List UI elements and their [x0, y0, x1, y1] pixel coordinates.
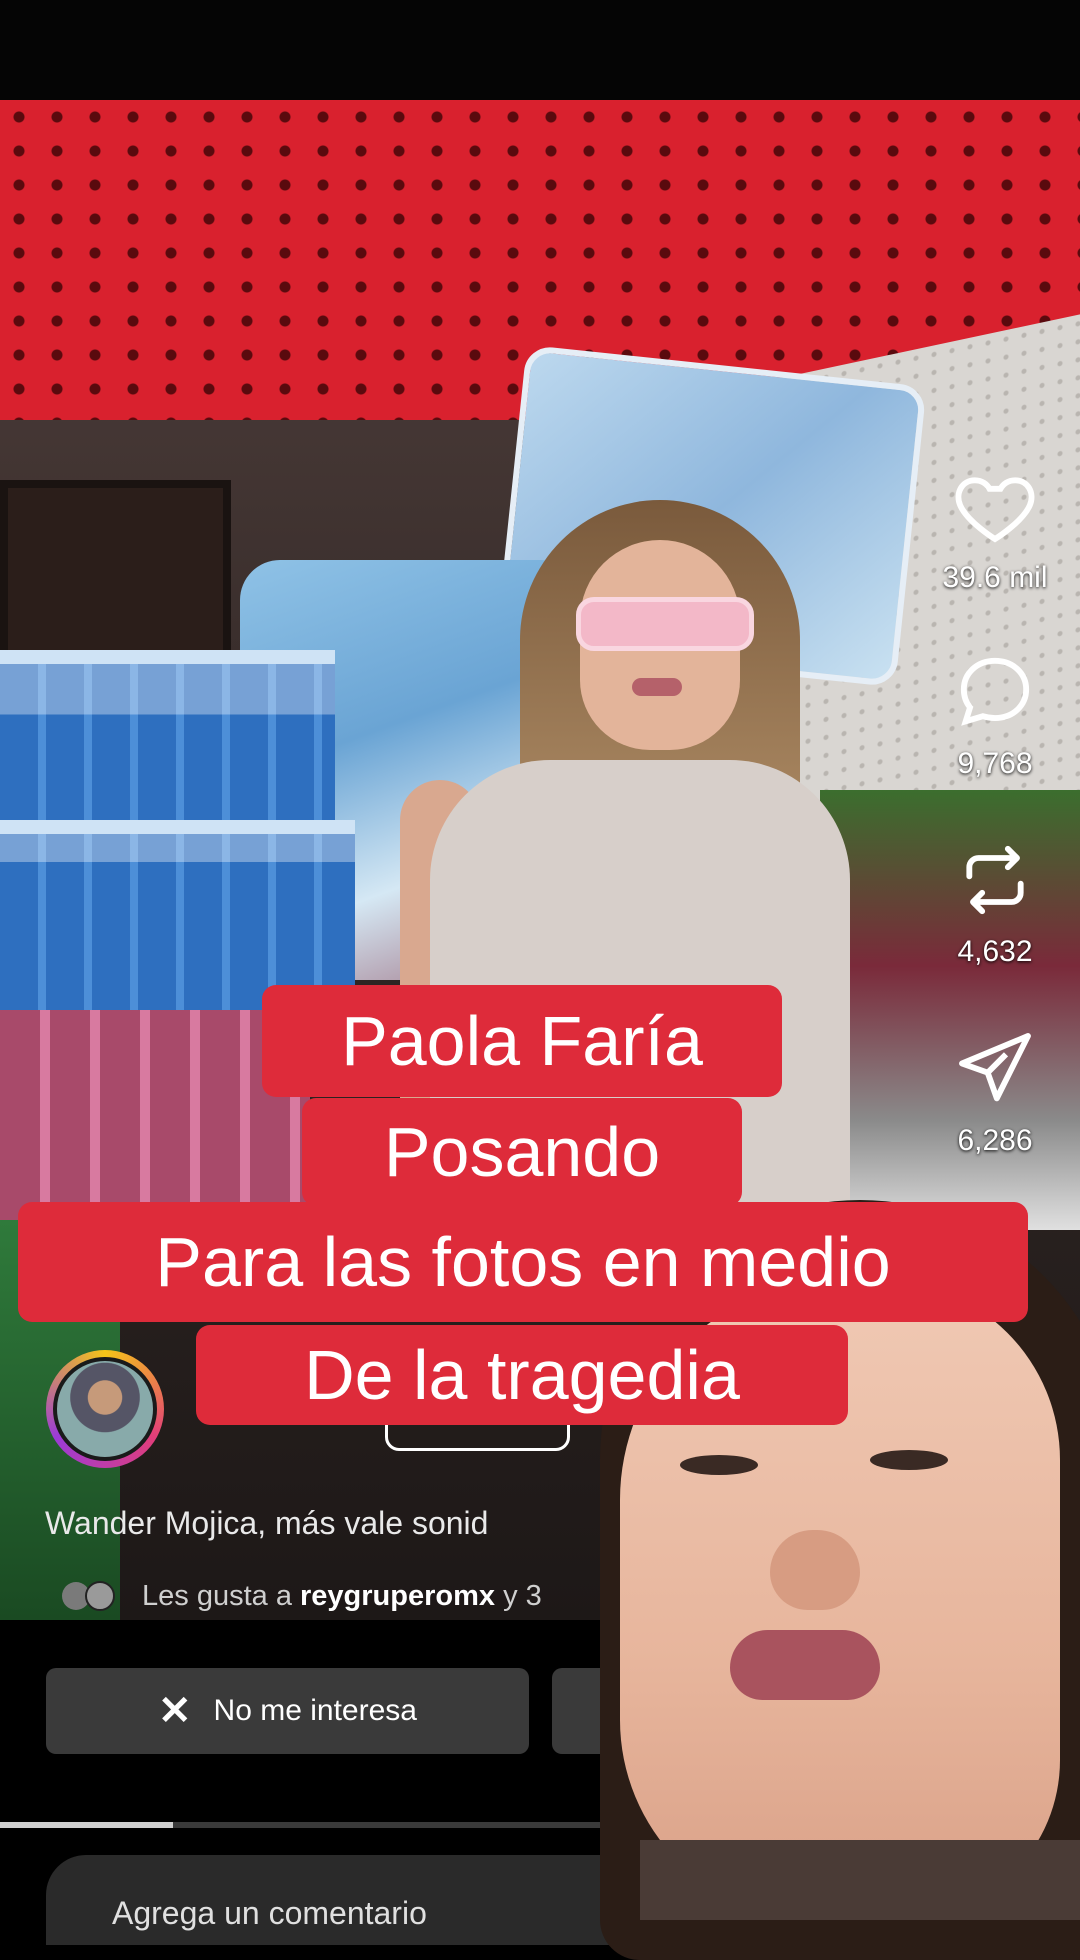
overlay-caption-line-4: De la tragedia	[196, 1325, 848, 1425]
close-icon: ✕	[158, 1689, 192, 1733]
comment-placeholder: Agrega un comentario	[112, 1895, 427, 1931]
liked-by-text[interactable]: Les gusta a reygruperomx y 3	[142, 1580, 542, 1613]
comment-icon[interactable]	[951, 648, 1039, 736]
creator-shirt	[640, 1840, 1080, 1920]
creator-left-eye	[680, 1455, 758, 1475]
creator-right-eye	[870, 1450, 948, 1470]
creator-nose	[770, 1530, 860, 1610]
post-caption[interactable]: Wander Mojica, más vale sonid	[45, 1505, 488, 1542]
share-action[interactable]: 6,286	[935, 1025, 1055, 1158]
repost-count: 4,632	[957, 935, 1033, 968]
share-count: 6,286	[957, 1124, 1033, 1157]
send-icon[interactable]	[951, 1025, 1039, 1113]
not-interested-label: No me interesa	[213, 1694, 417, 1727]
likers-name[interactable]: reygruperomx	[300, 1580, 495, 1612]
overlay-caption-line-2: Posando	[302, 1098, 742, 1206]
woman-lips	[632, 678, 682, 696]
repost-action[interactable]: 4,632	[935, 836, 1055, 969]
overlay-caption-line-1: Paola Faría	[262, 985, 782, 1097]
comment-count: 9,768	[957, 747, 1033, 780]
likers-prefix: Les gusta a	[142, 1580, 300, 1612]
repost-icon[interactable]	[951, 836, 1039, 924]
like-count: 39.6 mil	[942, 561, 1048, 594]
comment-action[interactable]: 9,768	[935, 648, 1055, 781]
video-progress-fill	[0, 1822, 173, 1828]
heart-icon[interactable]	[951, 462, 1039, 550]
pink-sunglasses	[576, 597, 754, 651]
liker-avatars-icon	[62, 1581, 115, 1611]
like-action[interactable]: 39.6 mil	[935, 462, 1055, 595]
avatar-photo	[53, 1357, 157, 1461]
creator-lips	[730, 1630, 880, 1700]
top-black-bar	[0, 0, 1080, 100]
overlay-caption-line-3: Para las fotos en medio	[18, 1202, 1028, 1322]
likers-suffix: y 3	[495, 1580, 542, 1612]
not-interested-button[interactable]: ✕ No me interesa	[46, 1668, 529, 1754]
account-avatar[interactable]	[46, 1350, 164, 1468]
